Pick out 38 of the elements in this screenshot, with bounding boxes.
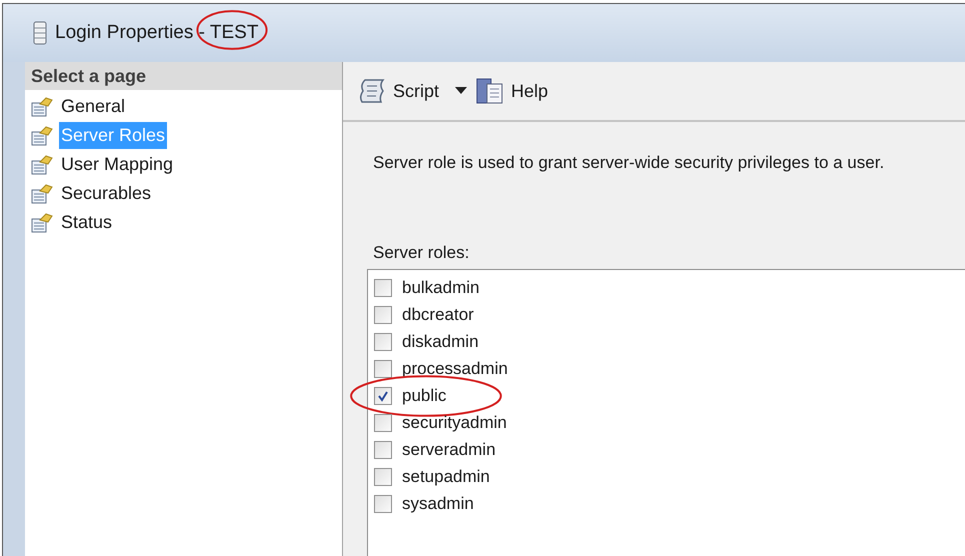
- checkmark-icon: [377, 390, 389, 402]
- property-page-icon: [31, 212, 53, 232]
- role-label: securityadmin: [402, 412, 507, 434]
- checkbox[interactable]: [374, 414, 392, 432]
- book-icon: [475, 76, 506, 106]
- sidebar-header: Select a page: [25, 62, 342, 90]
- checkbox[interactable]: [374, 468, 392, 486]
- checkbox[interactable]: [374, 360, 392, 378]
- role-label: setupadmin: [402, 466, 490, 488]
- roles-label: Server roles:: [373, 242, 470, 264]
- help-button[interactable]: Help: [475, 76, 548, 106]
- window-title: Login Properties - TEST: [55, 22, 258, 43]
- script-button[interactable]: Script: [357, 77, 440, 105]
- sidebar-item[interactable]: General: [59, 93, 128, 120]
- database-icon: [33, 21, 47, 45]
- sidebar-item[interactable]: Status: [59, 209, 114, 236]
- role-label: dbcreator: [402, 304, 474, 326]
- checkbox[interactable]: [374, 278, 392, 296]
- caret-icon[interactable]: [455, 87, 468, 95]
- scroll-icon: [357, 77, 387, 105]
- role-label: bulkadmin: [402, 276, 480, 299]
- checkbox[interactable]: [374, 494, 392, 512]
- role-label: public: [402, 384, 446, 407]
- role-label: processadmin: [402, 358, 508, 380]
- checkbox[interactable]: [374, 332, 392, 350]
- role-label: sysadmin: [402, 492, 474, 515]
- property-page-icon: [31, 184, 53, 204]
- description-text: Server role is used to grant server-wide security privileges to a user.: [373, 152, 886, 174]
- sidebar-item[interactable]: User Mapping: [59, 151, 176, 178]
- checkbox[interactable]: [374, 306, 392, 324]
- checkbox[interactable]: [374, 440, 392, 458]
- role-label: diskadmin: [402, 330, 479, 353]
- sidebar-item[interactable]: Securables: [59, 180, 154, 207]
- checkbox[interactable]: [374, 386, 392, 404]
- property-page-icon: [31, 126, 53, 146]
- role-label: serveradmin: [402, 438, 496, 461]
- property-page-icon: [31, 96, 53, 116]
- property-page-icon: [31, 154, 53, 174]
